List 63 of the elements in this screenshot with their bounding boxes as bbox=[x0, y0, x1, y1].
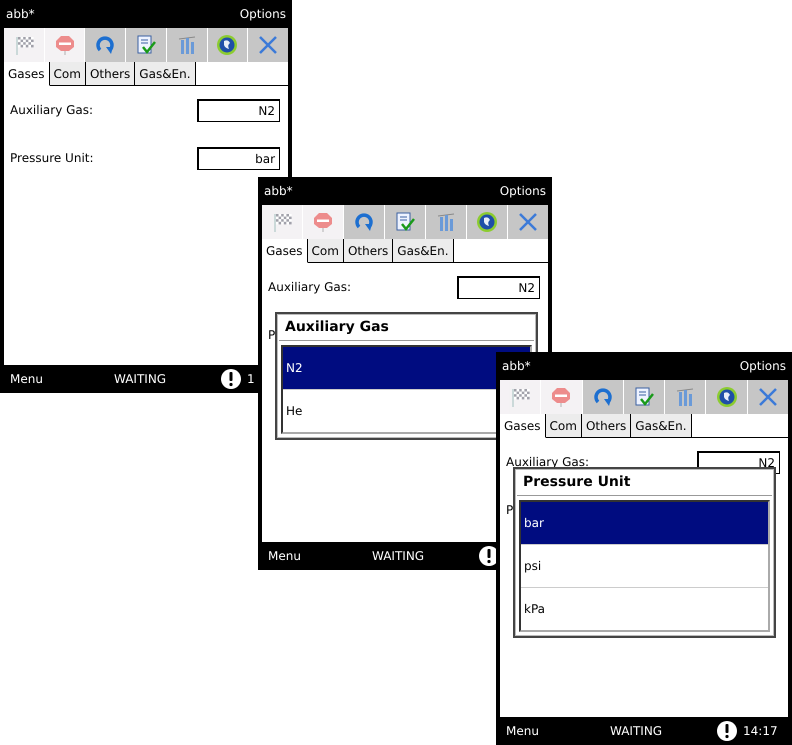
globe-icon bbox=[716, 386, 738, 408]
toolbar-button[interactable] bbox=[126, 28, 166, 62]
refresh-icon bbox=[592, 386, 614, 408]
field-label: P bbox=[506, 503, 514, 517]
alert-icon bbox=[220, 368, 242, 390]
close-icon bbox=[756, 386, 779, 408]
list-option[interactable]: kPa bbox=[521, 588, 768, 630]
tab[interactable]: Gases bbox=[262, 239, 308, 263]
menu-softkey[interactable]: Menu bbox=[10, 372, 114, 386]
input-field[interactable]: N2 bbox=[197, 98, 280, 122]
options-menu[interactable]: Options bbox=[240, 7, 286, 21]
status-text: WAITING bbox=[610, 724, 664, 738]
window-title: abb* bbox=[502, 359, 531, 373]
alert-icon bbox=[716, 720, 738, 742]
window-title: abb* bbox=[6, 7, 35, 21]
menu-softkey[interactable]: Menu bbox=[506, 724, 610, 738]
input-field[interactable]: N2 bbox=[457, 276, 540, 298]
field-label: P bbox=[268, 328, 276, 342]
dialog-title: Auxiliary Gas bbox=[279, 314, 534, 341]
tab[interactable]: Gases bbox=[500, 414, 546, 438]
field-label: Pressure Unit: bbox=[10, 151, 94, 165]
window-title: abb* bbox=[264, 184, 293, 198]
tab[interactable]: Gases bbox=[4, 62, 50, 86]
tab[interactable]: Others bbox=[86, 62, 136, 86]
tab[interactable]: Others bbox=[582, 414, 632, 438]
dialog-title: Pressure Unit bbox=[517, 469, 772, 496]
tab[interactable]: Others bbox=[344, 239, 394, 263]
menu-softkey[interactable]: Menu bbox=[268, 549, 372, 563]
list-option[interactable]: bar bbox=[521, 502, 768, 545]
field-label: Auxiliary Gas: bbox=[506, 455, 590, 469]
clock: 1 bbox=[247, 372, 255, 386]
toolbar-button[interactable] bbox=[467, 205, 507, 239]
toolbar-button[interactable] bbox=[624, 380, 664, 414]
status-text: WAITING bbox=[372, 549, 426, 563]
status-text: WAITING bbox=[114, 372, 168, 386]
stop-sign-icon bbox=[550, 386, 572, 408]
toolbar-button[interactable] bbox=[706, 380, 747, 414]
close-icon bbox=[517, 211, 539, 233]
field-label: Auxiliary Gas: bbox=[268, 280, 352, 294]
tab[interactable]: Com bbox=[50, 62, 86, 86]
list-option[interactable]: psi bbox=[521, 545, 768, 588]
globe-icon bbox=[476, 211, 498, 233]
checklist-icon bbox=[135, 34, 158, 56]
tab[interactable]: Gas&En. bbox=[631, 414, 692, 438]
tab[interactable]: Gas&En. bbox=[393, 239, 454, 263]
field-label: Auxiliary Gas: bbox=[10, 103, 94, 117]
checklist-icon bbox=[394, 211, 416, 233]
tab[interactable]: Gas&En. bbox=[135, 62, 196, 86]
toolbar-button[interactable] bbox=[385, 205, 425, 239]
tab[interactable]: Com bbox=[546, 414, 582, 438]
close-icon bbox=[257, 34, 280, 56]
options-menu[interactable]: Options bbox=[500, 184, 546, 198]
checklist-icon bbox=[632, 386, 655, 408]
globe-icon bbox=[216, 34, 238, 56]
clock: 14:17 bbox=[743, 724, 778, 738]
stop-sign-icon bbox=[312, 211, 334, 233]
options-menu[interactable]: Options bbox=[740, 359, 786, 373]
tab[interactable]: Com bbox=[308, 239, 344, 263]
stop-sign-icon bbox=[54, 34, 76, 56]
input-field[interactable]: bar bbox=[197, 146, 280, 170]
refresh-icon bbox=[353, 211, 375, 233]
toolbar-button[interactable] bbox=[208, 28, 248, 62]
refresh-icon bbox=[94, 34, 116, 56]
